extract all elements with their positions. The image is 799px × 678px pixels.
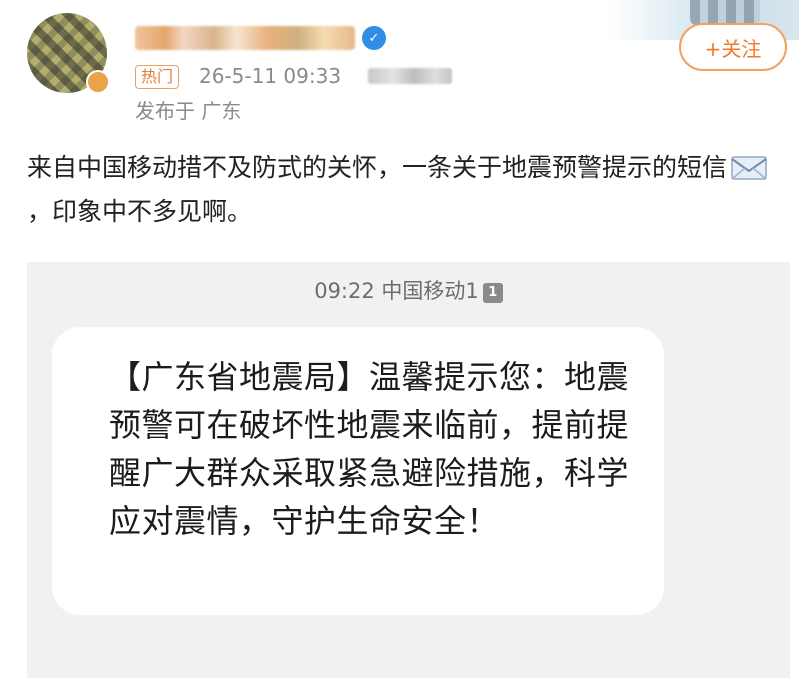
sms-carrier: 中国移动1 xyxy=(381,279,479,303)
sim-badge-icon: 1 xyxy=(482,283,503,303)
hot-tag: 热门 xyxy=(135,65,180,89)
post-header: ✓ 热门 26-5-11 09:33 发布于 广东 +关注 xyxy=(0,0,799,130)
sms-time: 09:22 xyxy=(314,279,375,303)
client-source-redacted xyxy=(368,68,452,84)
sms-bubble: 【广东省地震局】温馨提示您：地震预警可在破坏性地震来临前，提前提醒广大群众采取紧… xyxy=(52,327,664,615)
sms-meta: 09:22 中国移动1 1 xyxy=(27,276,790,306)
username-redacted[interactable] xyxy=(135,26,355,50)
verified-badge-icon: ✓ xyxy=(362,26,386,50)
post-location: 发布于 广东 xyxy=(135,99,242,123)
avatar-badge-icon xyxy=(86,70,110,94)
post-text-part2: ，印象中不多见啊。 xyxy=(27,197,253,226)
post-text: 来自中国移动措不及防式的关怀，一条关于地震预警提示的短信 ，印象中不多见啊。 xyxy=(27,146,787,234)
envelope-icon xyxy=(729,152,769,182)
post-text-part1: 来自中国移动措不及防式的关怀，一条关于地震预警提示的短信 xyxy=(27,153,728,182)
follow-button[interactable]: +关注 xyxy=(679,23,787,71)
post-timestamp: 26-5-11 09:33 xyxy=(199,64,342,88)
sms-message: 【广东省地震局】温馨提示您：地震预警可在破坏性地震来临前，提前提醒广大群众采取紧… xyxy=(109,358,630,540)
sms-screenshot: 09:22 中国移动1 1 【广东省地震局】温馨提示您：地震预警可在破坏性地震来临… xyxy=(27,262,790,678)
